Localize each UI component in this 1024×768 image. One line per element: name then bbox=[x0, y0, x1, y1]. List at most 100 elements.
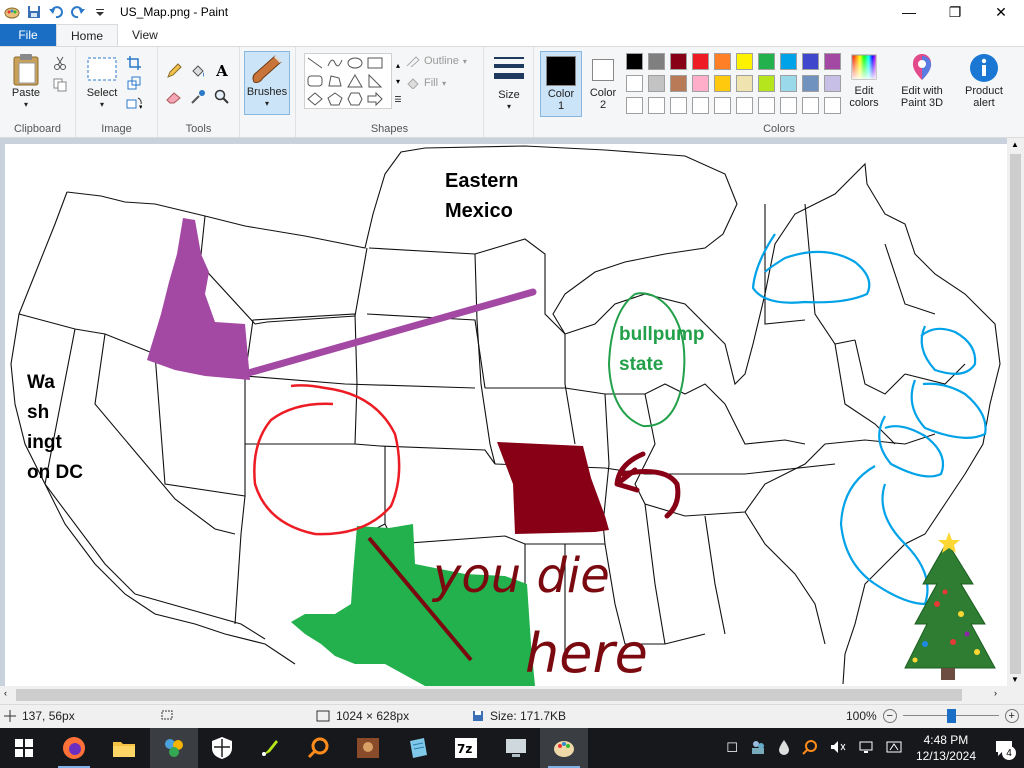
taskbar-file-explorer[interactable] bbox=[100, 728, 148, 768]
pencil-icon[interactable] bbox=[166, 63, 182, 79]
palette-swatch[interactable] bbox=[670, 53, 687, 70]
eraser-icon[interactable] bbox=[166, 89, 182, 105]
palette-swatch[interactable] bbox=[758, 75, 775, 92]
triangle-shape-icon[interactable] bbox=[346, 73, 364, 89]
outline-button[interactable]: Outline ▾ bbox=[406, 55, 467, 67]
close-button[interactable]: ✕ bbox=[978, 0, 1024, 24]
color2-button[interactable]: Color 2 bbox=[586, 55, 620, 111]
palette-swatch[interactable] bbox=[758, 97, 775, 114]
palette-swatch[interactable] bbox=[802, 53, 819, 70]
palette-swatch[interactable] bbox=[714, 75, 731, 92]
pentagon-shape-icon[interactable] bbox=[326, 91, 344, 107]
palette-swatch[interactable] bbox=[714, 97, 731, 114]
palette-swatch[interactable] bbox=[648, 75, 665, 92]
palette-swatch[interactable] bbox=[626, 97, 643, 114]
language-icon[interactable] bbox=[886, 739, 902, 758]
diamond-shape-icon[interactable] bbox=[306, 91, 324, 107]
save-icon[interactable] bbox=[26, 4, 42, 20]
zoom-out-icon[interactable]: − bbox=[882, 709, 897, 723]
edit-colors-button[interactable]: Edit colors bbox=[844, 53, 884, 109]
right-triangle-shape-icon[interactable] bbox=[366, 73, 384, 89]
size-button[interactable]: Size ▾ bbox=[490, 55, 528, 113]
rectangle-shape-icon[interactable] bbox=[366, 55, 384, 71]
line-shape-icon[interactable] bbox=[306, 55, 324, 71]
rounded-rectangle-shape-icon[interactable] bbox=[306, 73, 324, 89]
volume-icon[interactable] bbox=[830, 739, 846, 758]
taskbar-network[interactable] bbox=[492, 728, 540, 768]
palette-swatch[interactable] bbox=[824, 53, 841, 70]
system-clock[interactable]: 4:48 PM 12/13/2024 bbox=[916, 732, 976, 764]
copy-icon[interactable] bbox=[52, 77, 68, 93]
text-icon[interactable]: A bbox=[214, 62, 230, 80]
tray-show-desktop-icon[interactable]: ☐ bbox=[726, 740, 738, 756]
taskbar-paint[interactable] bbox=[540, 728, 588, 768]
tab-view[interactable]: View bbox=[118, 24, 172, 46]
hexagon-shape-icon[interactable] bbox=[346, 91, 364, 107]
rotate-icon[interactable]: ▾ bbox=[126, 95, 142, 111]
crop-icon[interactable] bbox=[126, 55, 142, 71]
color-picker-icon[interactable] bbox=[190, 89, 206, 105]
maximize-button[interactable]: ❐ bbox=[932, 0, 978, 24]
palette-swatch[interactable] bbox=[824, 97, 841, 114]
action-center-button[interactable]: 4 bbox=[984, 728, 1024, 768]
scroll-left-icon[interactable]: ‹ bbox=[4, 688, 7, 698]
palette-swatch[interactable] bbox=[780, 53, 797, 70]
cut-icon[interactable] bbox=[52, 55, 68, 71]
product-alert-button[interactable]: Product alert bbox=[958, 53, 1010, 109]
customize-toolbar-icon[interactable] bbox=[92, 4, 108, 20]
arrow-shape-icon[interactable] bbox=[366, 91, 384, 107]
taskbar-media[interactable] bbox=[344, 728, 392, 768]
network-icon[interactable] bbox=[858, 739, 874, 758]
taskbar-firefox[interactable] bbox=[50, 728, 98, 768]
zoom-slider[interactable] bbox=[902, 709, 999, 723]
palette-swatch[interactable] bbox=[780, 97, 797, 114]
palette-swatch[interactable] bbox=[758, 53, 775, 70]
tray-search-icon[interactable] bbox=[802, 739, 818, 758]
color1-button[interactable]: Color 1 bbox=[540, 51, 582, 117]
fill-button[interactable]: Fill ▾ bbox=[406, 77, 446, 89]
palette-swatch[interactable] bbox=[626, 53, 643, 70]
edit-with-paint3d-button[interactable]: Edit with Paint 3D bbox=[894, 53, 950, 109]
scroll-down-icon[interactable]: ▼ bbox=[1011, 675, 1019, 684]
palette-swatch[interactable] bbox=[692, 53, 709, 70]
palette-swatch[interactable] bbox=[736, 75, 753, 92]
palette-swatch[interactable] bbox=[736, 53, 753, 70]
taskbar-notes[interactable] bbox=[394, 728, 442, 768]
zoom-in-icon[interactable]: + bbox=[1004, 709, 1019, 723]
taskbar-app-b[interactable] bbox=[246, 728, 294, 768]
palette-swatch[interactable] bbox=[692, 75, 709, 92]
drawing-canvas[interactable]: you die here Eastern Mexico Wa sh ingt o… bbox=[5, 144, 1008, 686]
palette-swatch[interactable] bbox=[802, 75, 819, 92]
palette-swatch[interactable] bbox=[780, 75, 797, 92]
vertical-scrollbar[interactable]: ▲ ▼ bbox=[1007, 138, 1024, 686]
scroll-up-icon[interactable]: ▲ bbox=[1011, 140, 1019, 149]
palette-swatch[interactable] bbox=[802, 97, 819, 114]
palette-swatch[interactable] bbox=[714, 53, 731, 70]
polygon-shape-icon[interactable] bbox=[326, 73, 344, 89]
redo-icon[interactable] bbox=[70, 4, 86, 20]
undo-icon[interactable] bbox=[48, 4, 64, 20]
taskbar-7zip[interactable]: 7z bbox=[442, 728, 490, 768]
palette-swatch[interactable] bbox=[648, 97, 665, 114]
tray-drop-icon[interactable] bbox=[778, 739, 790, 758]
palette-swatch[interactable] bbox=[692, 97, 709, 114]
taskbar-search-app[interactable] bbox=[294, 728, 342, 768]
palette-swatch[interactable] bbox=[736, 97, 753, 114]
horizontal-scrollbar[interactable]: ‹ › bbox=[0, 686, 1024, 704]
scroll-right-icon[interactable]: › bbox=[994, 688, 997, 698]
select-button[interactable]: Select ▾ bbox=[82, 55, 122, 111]
taskbar-security[interactable] bbox=[198, 728, 246, 768]
vertical-scroll-thumb[interactable] bbox=[1010, 154, 1021, 674]
curve-shape-icon[interactable] bbox=[326, 55, 344, 71]
magnifier-icon[interactable] bbox=[214, 89, 230, 105]
shapes-expand[interactable]: ☰ bbox=[390, 91, 406, 107]
paint-app-icon[interactable] bbox=[4, 4, 20, 20]
palette-swatch[interactable] bbox=[670, 97, 687, 114]
palette-swatch[interactable] bbox=[824, 75, 841, 92]
shapes-scroll-up[interactable]: ▴ bbox=[390, 57, 406, 73]
shapes-scroll-down[interactable]: ▾ bbox=[390, 73, 406, 89]
taskbar-app-a[interactable] bbox=[150, 728, 198, 768]
minimize-button[interactable]: — bbox=[886, 0, 932, 24]
resize-icon[interactable] bbox=[126, 75, 142, 91]
zoom-slider-thumb[interactable] bbox=[946, 709, 956, 723]
